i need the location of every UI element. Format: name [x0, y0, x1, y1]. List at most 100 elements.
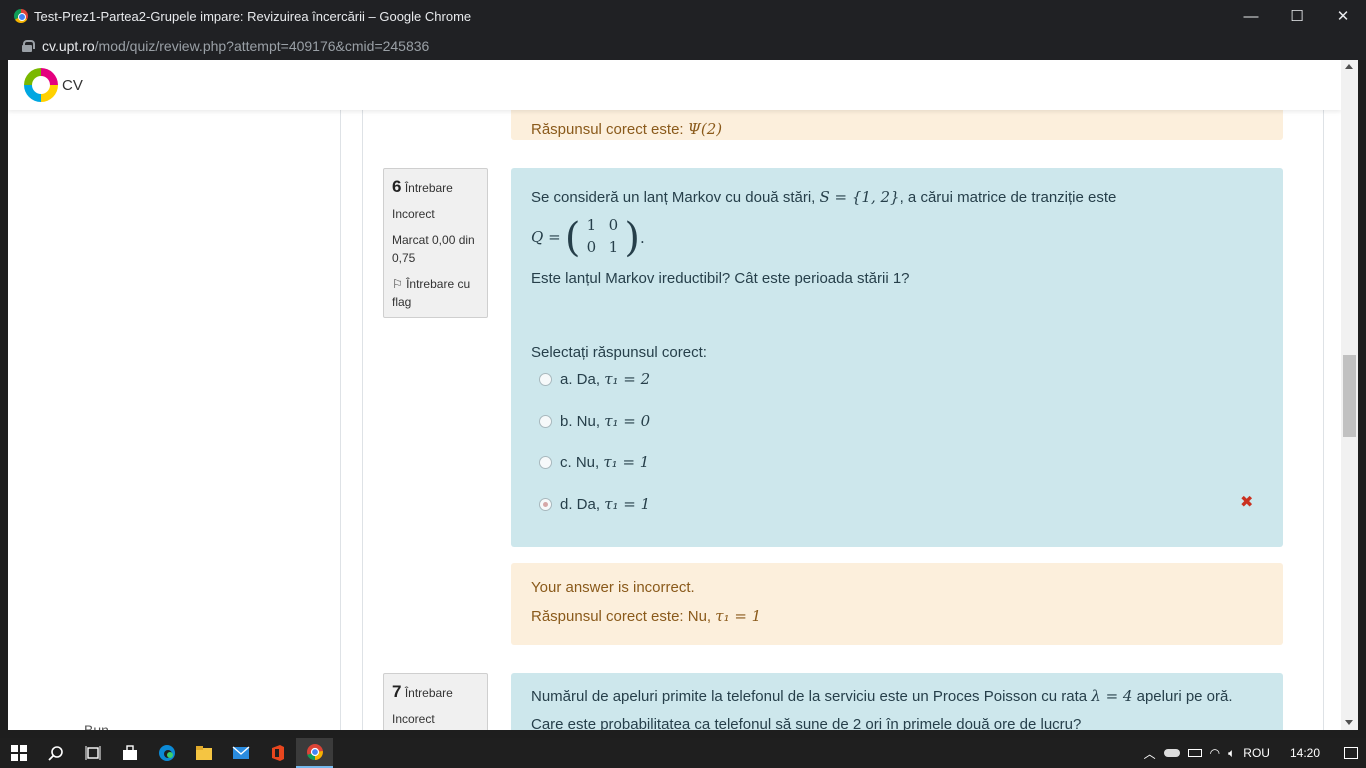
wifi-icon[interactable]: ◠ — [1210, 746, 1220, 760]
lock-icon — [22, 40, 35, 52]
site-header: CV — [8, 60, 1341, 110]
option-math: τ₁ = 0 — [604, 412, 651, 430]
question-word: Întrebare — [404, 181, 453, 195]
scroll-thumb[interactable] — [1343, 355, 1356, 437]
minimize-button[interactable]: — — [1228, 0, 1274, 32]
option-label: a. Da, — [560, 370, 601, 388]
url-path: /mod/quiz/review.php?attempt=409176&cmid… — [94, 38, 430, 54]
scroll-up-icon[interactable] — [1345, 64, 1353, 69]
text-1-start: Se consideră un lanț Markov cu două stăr… — [531, 189, 816, 206]
answer-option-a[interactable]: a. Da, τ₁ = 2 — [539, 370, 650, 388]
option-math: τ₁ = 1 — [604, 495, 651, 513]
option-label: d. Da, — [560, 495, 601, 513]
edge-button[interactable] — [148, 738, 185, 768]
matrix-end: . — [640, 229, 645, 247]
scroll-down-icon[interactable] — [1345, 720, 1353, 725]
q7-text-1-start: Numărul de apeluri primite la telefonul … — [531, 688, 1088, 705]
feedback-correct-answer: Răspunsul corect este: Nu, τ₁ = 1 — [531, 607, 761, 625]
transition-matrix: Q = ( 1 0 0 1 ). — [531, 216, 645, 260]
radio-c[interactable] — [539, 455, 552, 469]
answer-option-d[interactable]: d. Da, τ₁ = 1 — [539, 495, 650, 513]
question-number: 6 — [392, 177, 402, 196]
radio-d[interactable] — [539, 497, 552, 511]
task-view-button[interactable] — [74, 738, 111, 768]
question-text-1: Se consideră un lanț Markov cu două stăr… — [531, 188, 1116, 206]
question-grade: Marcat 0,00 din 0,75 — [392, 233, 475, 265]
radio-b[interactable] — [539, 414, 552, 428]
answer-option-b[interactable]: b. Nu, τ₁ = 0 — [539, 412, 650, 430]
window-titlebar: Test-Prez1-Partea2-Grupele impare: Reviz… — [0, 0, 1366, 32]
office-icon — [271, 745, 284, 761]
site-logo[interactable] — [24, 68, 58, 102]
prev-correct-math: Ψ(2) — [687, 120, 723, 138]
question-state: Incorect — [392, 207, 435, 221]
matrix-cell: 1 — [608, 238, 619, 256]
answer-option-c[interactable]: c. Nu, τ₁ = 1 — [539, 453, 649, 471]
rate-math: λ = 4 — [1091, 687, 1133, 705]
search-icon — [47, 746, 63, 761]
answer-prompt: Selectați răspunsul corect: — [531, 344, 707, 361]
option-label: c. Nu, — [560, 453, 600, 471]
option-label: b. Nu, — [560, 412, 601, 430]
option-math: τ₁ = 1 — [603, 453, 650, 471]
question-state: Incorect — [392, 712, 435, 726]
window-edge — [1358, 60, 1366, 730]
office-button[interactable] — [259, 738, 296, 768]
feedback-incorrect: Your answer is incorrect. — [531, 579, 695, 596]
question-text-2: Este lanțul Markov ireductibil? Cât este… — [531, 270, 910, 287]
correct-answer-label: Răspunsul corect este: Nu, — [531, 608, 712, 625]
chrome-icon — [14, 9, 28, 23]
system-tray: ︿ ◠ 🔈︎ ROU 14:20 — [1144, 745, 1366, 762]
maximize-button[interactable]: ☐ — [1274, 0, 1320, 32]
flag-icon: ⚐ — [392, 277, 407, 291]
option-math: τ₁ = 2 — [604, 370, 651, 388]
url-host: cv.upt.ro — [42, 38, 95, 54]
state-space-math: S = {1, 2} — [819, 188, 900, 206]
q7-text-1: Numărul de apeluri primite la telefonul … — [531, 687, 1233, 705]
volume-icon[interactable]: 🔈︎ — [1228, 746, 1235, 761]
window-title: Test-Prez1-Partea2-Grupele impare: Reviz… — [34, 8, 472, 24]
file-explorer-button[interactable] — [185, 738, 222, 768]
chrome-icon — [306, 744, 323, 761]
chevron-up-icon[interactable]: ︿ — [1144, 745, 1156, 762]
task-view-icon — [85, 746, 100, 760]
windows-icon — [10, 745, 27, 761]
question-6-info: 6 Întrebare Incorect Marcat 0,00 din 0,7… — [383, 168, 488, 318]
matrix-lhs: Q = — [531, 227, 561, 246]
text-1-end: , a cărui matrice de tranziție este — [899, 189, 1117, 206]
matrix-cell: 0 — [608, 216, 619, 234]
question-6-formulation: Se consideră un lanț Markov cu două stăr… — [511, 168, 1283, 547]
store-icon — [122, 745, 137, 760]
q7-text-1-end: apeluri pe oră. — [1136, 688, 1233, 705]
question-7-info: 7 Întrebare Incorect — [383, 673, 488, 730]
page-viewport: Bun Răspunsul corect este: Ψ(2) 6 Întreb… — [8, 60, 1341, 730]
folder-icon — [195, 746, 212, 760]
matrix-body: ( 1 0 0 1 ). — [564, 215, 645, 261]
store-button[interactable] — [111, 738, 148, 768]
address-bar[interactable]: cv.upt.ro/mod/quiz/review.php?attempt=40… — [0, 32, 1366, 60]
language-indicator[interactable]: ROU — [1243, 746, 1270, 760]
battery-icon[interactable] — [1187, 749, 1202, 757]
question-7-formulation: Numărul de apeluri primite la telefonul … — [511, 673, 1283, 730]
notifications-icon[interactable] — [1344, 747, 1358, 759]
quiz-region: Răspunsul corect este: Ψ(2) 6 Întrebare … — [362, 80, 1324, 730]
onedrive-icon[interactable] — [1163, 749, 1180, 757]
incorrect-mark-icon: ✖ — [1240, 494, 1254, 511]
flag-question-link[interactable]: ⚐ Întrebare cu flag — [392, 275, 479, 311]
edge-icon — [158, 745, 175, 761]
chrome-taskbar-button[interactable] — [296, 738, 333, 768]
question-word: Întrebare — [404, 686, 453, 700]
question-6-feedback: Your answer is incorrect. Răspunsul core… — [511, 563, 1283, 645]
correct-answer-math: τ₁ = 1 — [715, 607, 762, 625]
prev-correct-label: Răspunsul corect este: — [531, 121, 684, 138]
page-scrollbar[interactable] — [1341, 60, 1358, 730]
close-button[interactable]: ✕ — [1320, 0, 1366, 32]
matrix-cell: 1 — [586, 216, 597, 234]
radio-a[interactable] — [539, 372, 552, 386]
start-button[interactable] — [0, 738, 37, 768]
left-sidebar: Bun — [8, 110, 341, 730]
clock[interactable]: 14:20 — [1290, 746, 1320, 760]
site-brand[interactable]: CV — [62, 77, 83, 94]
mail-button[interactable] — [222, 738, 259, 768]
search-button[interactable] — [37, 738, 74, 768]
